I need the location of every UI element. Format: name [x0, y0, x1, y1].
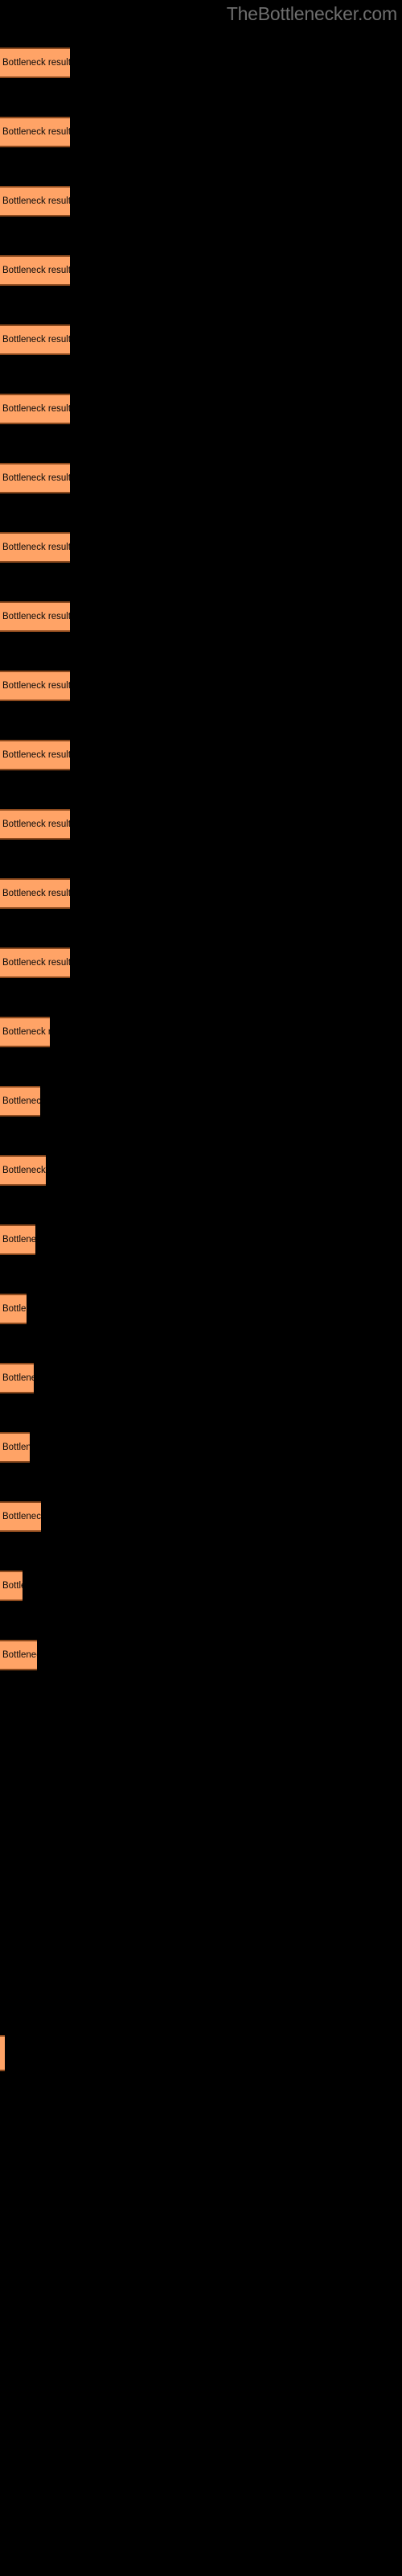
- bar-label: Bottleneck result: [2, 335, 70, 345]
- bottleneck-result-bar[interactable]: Bottleneck result: [0, 532, 70, 563]
- bar-label: Bottleneck result: [2, 1304, 27, 1314]
- bottleneck-result-bar[interactable]: Bottleneck result: [0, 1640, 37, 1670]
- bottleneck-result-bar[interactable]: Bottleneck result: [0, 601, 70, 632]
- bottleneck-result-bar[interactable]: Bottleneck result: [0, 1086, 40, 1117]
- bottleneck-result-bar[interactable]: Bottleneck result: [0, 117, 70, 147]
- bar-label: Bottleneck result: [2, 1581, 23, 1591]
- bar-label: Bottleneck result: [2, 58, 70, 68]
- bar-label: Bottleneck result: [2, 958, 70, 968]
- bar-label: Bottleneck result: [2, 889, 70, 898]
- bar-label: Bottleneck result: [2, 1512, 41, 1521]
- bottleneck-result-bar[interactable]: Bottleneck result: [0, 1363, 34, 1393]
- bottleneck-result-bar[interactable]: Bottleneck result: [0, 671, 70, 701]
- bottleneck-result-bar[interactable]: Bottleneck result: [0, 47, 70, 78]
- bottleneck-result-bar[interactable]: Bottleneck result: [0, 878, 70, 909]
- bottleneck-result-bar[interactable]: Bottleneck result: [0, 394, 70, 424]
- bottleneck-result-bar[interactable]: Bottleneck result: [0, 2035, 5, 2071]
- bar-label: Bottleneck result: [2, 1373, 34, 1383]
- bottleneck-result-bar[interactable]: Bottleneck result: [0, 740, 70, 770]
- bar-label: Bottleneck result: [2, 612, 70, 621]
- bottleneck-result-bar[interactable]: Bottleneck result: [0, 1155, 46, 1186]
- bar-label: Bottleneck result: [2, 196, 70, 206]
- bar-label: Bottleneck result: [2, 404, 70, 414]
- bottleneck-result-bar[interactable]: Bottleneck result: [0, 1017, 50, 1047]
- bar-label: Bottleneck result: [2, 750, 70, 760]
- bar-label: Bottleneck result: [2, 1650, 37, 1660]
- bottleneck-result-bar[interactable]: Bottleneck result: [0, 255, 70, 286]
- bar-label: Bottleneck result: [2, 266, 70, 275]
- bottleneck-result-bar[interactable]: Bottleneck result: [0, 1432, 30, 1463]
- bar-label: Bottleneck result: [2, 127, 70, 137]
- bar-label: Bottleneck result: [2, 681, 70, 691]
- bar-label: Bottleneck result: [2, 1166, 46, 1175]
- bar-label: Bottleneck result: [2, 473, 70, 483]
- bottleneck-result-bar[interactable]: Bottleneck result: [0, 324, 70, 355]
- bar-label: Bottleneck result: [2, 1235, 35, 1245]
- bar-label: Bottleneck result: [2, 543, 70, 552]
- bar-label: Bottleneck result: [2, 819, 70, 829]
- bottleneck-result-bar[interactable]: Bottleneck result: [0, 1571, 23, 1601]
- bottleneck-result-bar[interactable]: Bottleneck result: [0, 1224, 35, 1255]
- bottleneck-result-bar[interactable]: Bottleneck result: [0, 186, 70, 217]
- bottleneck-result-bar[interactable]: Bottleneck result: [0, 947, 70, 978]
- bar-label: Bottleneck result: [2, 1027, 50, 1037]
- bar-label: Bottleneck result: [2, 1096, 40, 1106]
- bar-label: Bottleneck result: [2, 1443, 30, 1452]
- bottleneck-bar-chart: Bottleneck result Bottleneck result Bottle…: [0, 0, 402, 2576]
- bottleneck-result-bar[interactable]: Bottleneck result: [0, 1501, 41, 1532]
- bottleneck-result-bar[interactable]: Bottleneck result: [0, 809, 70, 840]
- bottleneck-result-bar[interactable]: Bottleneck result: [0, 1294, 27, 1324]
- bottleneck-result-bar[interactable]: Bottleneck result: [0, 463, 70, 493]
